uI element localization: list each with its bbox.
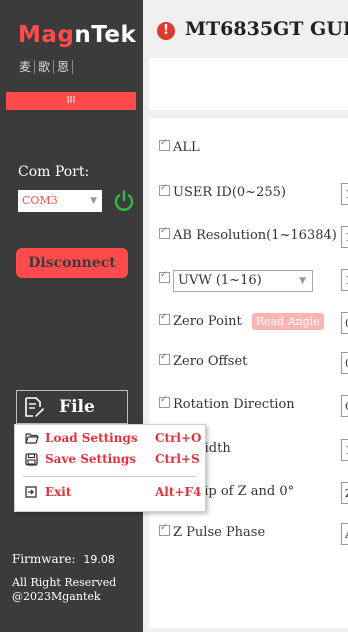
- copyright-line: @2023Mgantek: [12, 590, 101, 603]
- setting-label: Z Pulse Phase: [173, 525, 266, 540]
- checkbox[interactable]: [159, 183, 170, 196]
- zero-offset-input[interactable]: 0: [341, 352, 348, 374]
- checkbox[interactable]: [159, 395, 170, 408]
- uvw-select[interactable]: UVW (1~16) ▼: [173, 270, 313, 292]
- rotation-direction-row[interactable]: Rotation Direction: [159, 395, 295, 412]
- accent-bar: III: [6, 92, 136, 110]
- z-pulse-phase-select[interactable]: A: [341, 523, 348, 545]
- warning-icon: !: [157, 22, 175, 40]
- firmware-value: 19.08: [83, 553, 115, 566]
- setting-label: Zero Point: [173, 314, 242, 329]
- folder-open-icon: [25, 433, 39, 444]
- menu-separator: [23, 476, 197, 477]
- menu-item-load-settings[interactable]: Load Settings Ctrl+O: [15, 429, 205, 449]
- firmware-info: Firmware: 19.08: [12, 552, 115, 566]
- zero-point-row[interactable]: Zero Point Read Angle: [159, 312, 324, 330]
- zero-offset-row[interactable]: Zero Offset: [159, 352, 248, 369]
- user-id-row[interactable]: USER ID(0~255): [159, 183, 286, 200]
- chevron-down-icon: ▼: [299, 276, 306, 286]
- com-port-select[interactable]: COM3 ▼: [18, 190, 102, 212]
- checkbox[interactable]: [159, 138, 170, 151]
- main-panel: ! MT6835GT GUI ALL USER ID(0~255) 1 AB R…: [143, 0, 348, 632]
- menu-item-label: Exit: [45, 485, 72, 499]
- disconnect-button[interactable]: Disconnect: [16, 248, 128, 278]
- com-port-value: COM3: [22, 194, 58, 207]
- menu-item-shortcut: Ctrl+S: [155, 452, 200, 466]
- z-relationship-select[interactable]: Z: [341, 482, 348, 504]
- user-id-input[interactable]: 1: [341, 183, 348, 205]
- power-icon[interactable]: [112, 189, 136, 213]
- firmware-label: Firmware:: [12, 552, 76, 566]
- logo-chinese: 麦歌恩: [16, 58, 74, 75]
- window-title: MT6835GT GUI: [185, 18, 348, 40]
- logo-text-part1: Mag: [18, 22, 75, 48]
- read-angle-button[interactable]: Read Angle: [251, 313, 324, 330]
- com-port-label: Com Port:: [18, 164, 90, 180]
- uvw-row[interactable]: UVW (1~16) ▼: [159, 269, 313, 292]
- sidebar: MagnTek 麦歌恩 III Com Port: COM3 ▼ Disconn…: [0, 0, 143, 632]
- copyright: All Right Reserved @2023Mgantek: [12, 576, 116, 604]
- logo-text-part2: nTek: [74, 22, 137, 48]
- z-pulse-phase-row[interactable]: Z Pulse Phase: [159, 523, 266, 540]
- file-edit-icon: [25, 397, 44, 417]
- menu-item-shortcut: Alt+F4: [155, 485, 202, 499]
- pulse-width-select[interactable]: 1: [341, 439, 348, 461]
- checkbox[interactable]: [159, 352, 170, 365]
- menu-item-save-settings[interactable]: Save Settings Ctrl+S: [15, 450, 205, 470]
- ab-resolution-input[interactable]: 1: [341, 226, 348, 248]
- menu-item-shortcut: Ctrl+O: [155, 431, 202, 445]
- rotation-direction-select[interactable]: C: [341, 395, 348, 417]
- logo-cn-char: 恩: [54, 60, 74, 74]
- logo-cn-char: 歌: [35, 60, 55, 74]
- setting-label: Rotation Direction: [173, 397, 295, 412]
- checkbox[interactable]: [159, 523, 170, 536]
- setting-label: USER ID(0~255): [173, 185, 286, 200]
- ab-resolution-row[interactable]: AB Resolution(1~16384): [159, 226, 337, 243]
- uvw-select-value: UVW (1~16): [178, 273, 262, 288]
- chevron-down-icon: ▼: [90, 196, 97, 206]
- menu-item-label: Load Settings: [45, 431, 138, 445]
- logo-cn-char: 麦: [16, 60, 36, 74]
- copyright-line: All Right Reserved: [12, 576, 117, 589]
- floppy-disk-icon: [25, 453, 38, 466]
- title-bar: ! MT6835GT GUI: [143, 0, 348, 60]
- exit-icon: [25, 486, 37, 498]
- all-label: ALL: [173, 140, 200, 155]
- file-menu-button[interactable]: File: [16, 390, 128, 424]
- file-dropdown-menu: Load Settings Ctrl+O Save Settings Ctrl+…: [14, 424, 206, 512]
- accent-bar-label: III: [66, 95, 76, 106]
- setting-label: AB Resolution(1~16384): [173, 228, 337, 243]
- zero-point-input[interactable]: 0: [341, 312, 348, 334]
- all-checkbox-row[interactable]: ALL: [159, 138, 200, 155]
- checkbox[interactable]: [159, 226, 170, 239]
- file-menu-label: File: [59, 397, 95, 417]
- uvw-input[interactable]: 1: [341, 269, 348, 291]
- menu-item-label: Save Settings: [45, 452, 137, 466]
- checkbox[interactable]: [159, 312, 170, 325]
- setting-label: Zero Offset: [173, 354, 248, 369]
- toolbar-panel: [149, 58, 348, 110]
- menu-item-exit[interactable]: Exit Alt+F4: [15, 483, 205, 503]
- checkbox[interactable]: [159, 270, 170, 283]
- brand-logo: MagnTek: [18, 22, 136, 48]
